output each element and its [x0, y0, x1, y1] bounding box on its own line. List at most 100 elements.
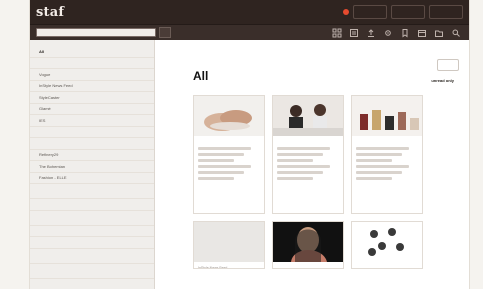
upload-icon[interactable] — [366, 28, 376, 38]
sidebar-item[interactable]: Vogue — [30, 69, 154, 81]
blurred-text-line — [356, 153, 402, 156]
main-feed: All unread only InStyle News Feed5 Ways … — [155, 40, 469, 289]
sidebar-item-label: StyleCaster — [39, 94, 60, 100]
read-filter: unread only — [431, 78, 459, 83]
card-image — [352, 96, 422, 136]
logo[interactable]: staf — [36, 5, 64, 20]
blurred-text-line — [277, 147, 331, 150]
card-image — [352, 222, 422, 262]
sidebar-item-label: Fashion - ELLE — [39, 175, 67, 181]
list-icon[interactable] — [349, 28, 359, 38]
blurred-text-line — [356, 177, 392, 180]
blurred-text-line — [356, 171, 402, 174]
card-title: Check Out Kylie Jenne — [273, 266, 343, 268]
sidebar-item[interactable] — [30, 58, 154, 69]
sidebar-item-label: Refinery29 — [39, 152, 59, 158]
sidebar-item[interactable] — [30, 184, 154, 199]
sidebar-item[interactable] — [30, 249, 154, 264]
blurred-text-line — [198, 177, 234, 180]
sidebar-item-label: Vogue — [39, 71, 51, 77]
feed-card[interactable] — [351, 221, 423, 269]
card-image-graphic — [194, 222, 264, 262]
sidebar-list: Vogue InStyle News Feed StyleCaster Glamé IE… — [30, 58, 154, 279]
blurred-text-line — [277, 153, 323, 156]
blurred-text-line — [198, 165, 252, 168]
account-actions — [343, 5, 463, 19]
main-header: All unread only — [193, 48, 459, 85]
sidebar-item[interactable] — [30, 211, 154, 226]
blurred-text-line — [198, 171, 244, 174]
feed-sidebar: All Vogue InStyle News Feed StyleCaster Gla… — [30, 40, 155, 289]
title-block: All — [193, 48, 208, 85]
feed-card[interactable]: Check Out Kylie Jenne — [272, 221, 344, 269]
card-image — [194, 96, 264, 136]
blurred-text-line — [277, 177, 313, 180]
blurred-text-line — [356, 147, 410, 150]
blurred-text-line — [198, 147, 252, 150]
sidebar-item[interactable]: Fashion - ELLE — [30, 173, 154, 184]
card-image — [273, 222, 343, 262]
card-image-graphic — [352, 222, 422, 262]
sidebar-item[interactable]: The Bohemian — [30, 161, 154, 173]
blurred-text-line — [198, 153, 244, 156]
app-frame: staf All Vogue InStyle News Feed StyleCa… — [30, 0, 469, 289]
card-title — [352, 266, 422, 268]
card-image-graphic — [352, 96, 422, 136]
blurred-text-line — [198, 159, 234, 162]
filter-unread-only[interactable]: unread only — [431, 78, 454, 83]
sidebar-item-label: IES — [39, 117, 46, 123]
view-grid-icon[interactable] — [332, 28, 342, 38]
blurred-text-line — [356, 159, 392, 162]
card-image-graphic — [273, 96, 343, 136]
sidebar-item[interactable] — [30, 226, 154, 237]
account-button-2[interactable] — [391, 5, 425, 19]
sidebar-item[interactable]: Glamé — [30, 104, 154, 115]
sidebar-item[interactable]: Refinery29 — [30, 150, 154, 161]
sidebar-item[interactable] — [30, 138, 154, 150]
card-image — [194, 222, 264, 262]
calendar-icon[interactable] — [417, 28, 427, 38]
sidebar-item-label: InStyle News Feed — [39, 83, 73, 89]
sidebar-item[interactable] — [30, 264, 154, 279]
toolbar-icons — [332, 28, 463, 38]
sidebar-item[interactable] — [30, 237, 154, 249]
search-icon[interactable] — [451, 28, 461, 38]
sidebar-item[interactable] — [30, 199, 154, 211]
settings-icon[interactable] — [383, 28, 393, 38]
card-image-graphic — [194, 96, 264, 136]
top-navigation: staf — [30, 0, 469, 24]
card-excerpt — [194, 143, 264, 180]
bookmark-icon[interactable] — [400, 28, 410, 38]
search-input[interactable] — [36, 28, 156, 37]
page-title: All — [193, 69, 209, 83]
blurred-text-line — [277, 165, 331, 168]
feed-card[interactable] — [272, 95, 344, 214]
cards-grid: InStyle News Feed5 Ways to Have the Mo Ch… — [193, 95, 459, 269]
card-excerpt — [352, 143, 422, 180]
sidebar-item-label: Glamé — [39, 106, 51, 112]
account-button-1[interactable] — [353, 5, 387, 19]
card-image-graphic — [273, 222, 343, 262]
feed-card[interactable] — [193, 95, 265, 214]
search-and-tools-bar — [30, 24, 469, 40]
sidebar-item-label: All — [39, 48, 45, 54]
card-excerpt — [273, 143, 343, 180]
blurred-text-line — [277, 171, 323, 174]
mark-all-read-button[interactable] — [437, 59, 459, 71]
sidebar-item[interactable] — [30, 127, 154, 138]
account-button-3[interactable] — [429, 5, 463, 19]
sidebar-item-all[interactable]: All — [30, 46, 154, 58]
feed-card[interactable]: InStyle News Feed5 Ways to Have the Mo — [193, 221, 265, 269]
sidebar-item[interactable]: IES — [30, 115, 154, 127]
card-image — [273, 96, 343, 136]
notification-dot-icon[interactable] — [343, 9, 349, 15]
card-source: InStyle News Feed — [198, 266, 228, 269]
feed-card[interactable] — [351, 95, 423, 214]
sidebar-item[interactable]: StyleCaster — [30, 92, 154, 104]
folder-icon[interactable] — [434, 28, 444, 38]
sidebar-item-label: The Bohemian — [39, 163, 66, 169]
search-button[interactable] — [159, 27, 171, 38]
blurred-text-line — [356, 165, 410, 168]
list-controls: unread only — [431, 59, 459, 85]
sidebar-item[interactable]: InStyle News Feed — [30, 81, 154, 92]
